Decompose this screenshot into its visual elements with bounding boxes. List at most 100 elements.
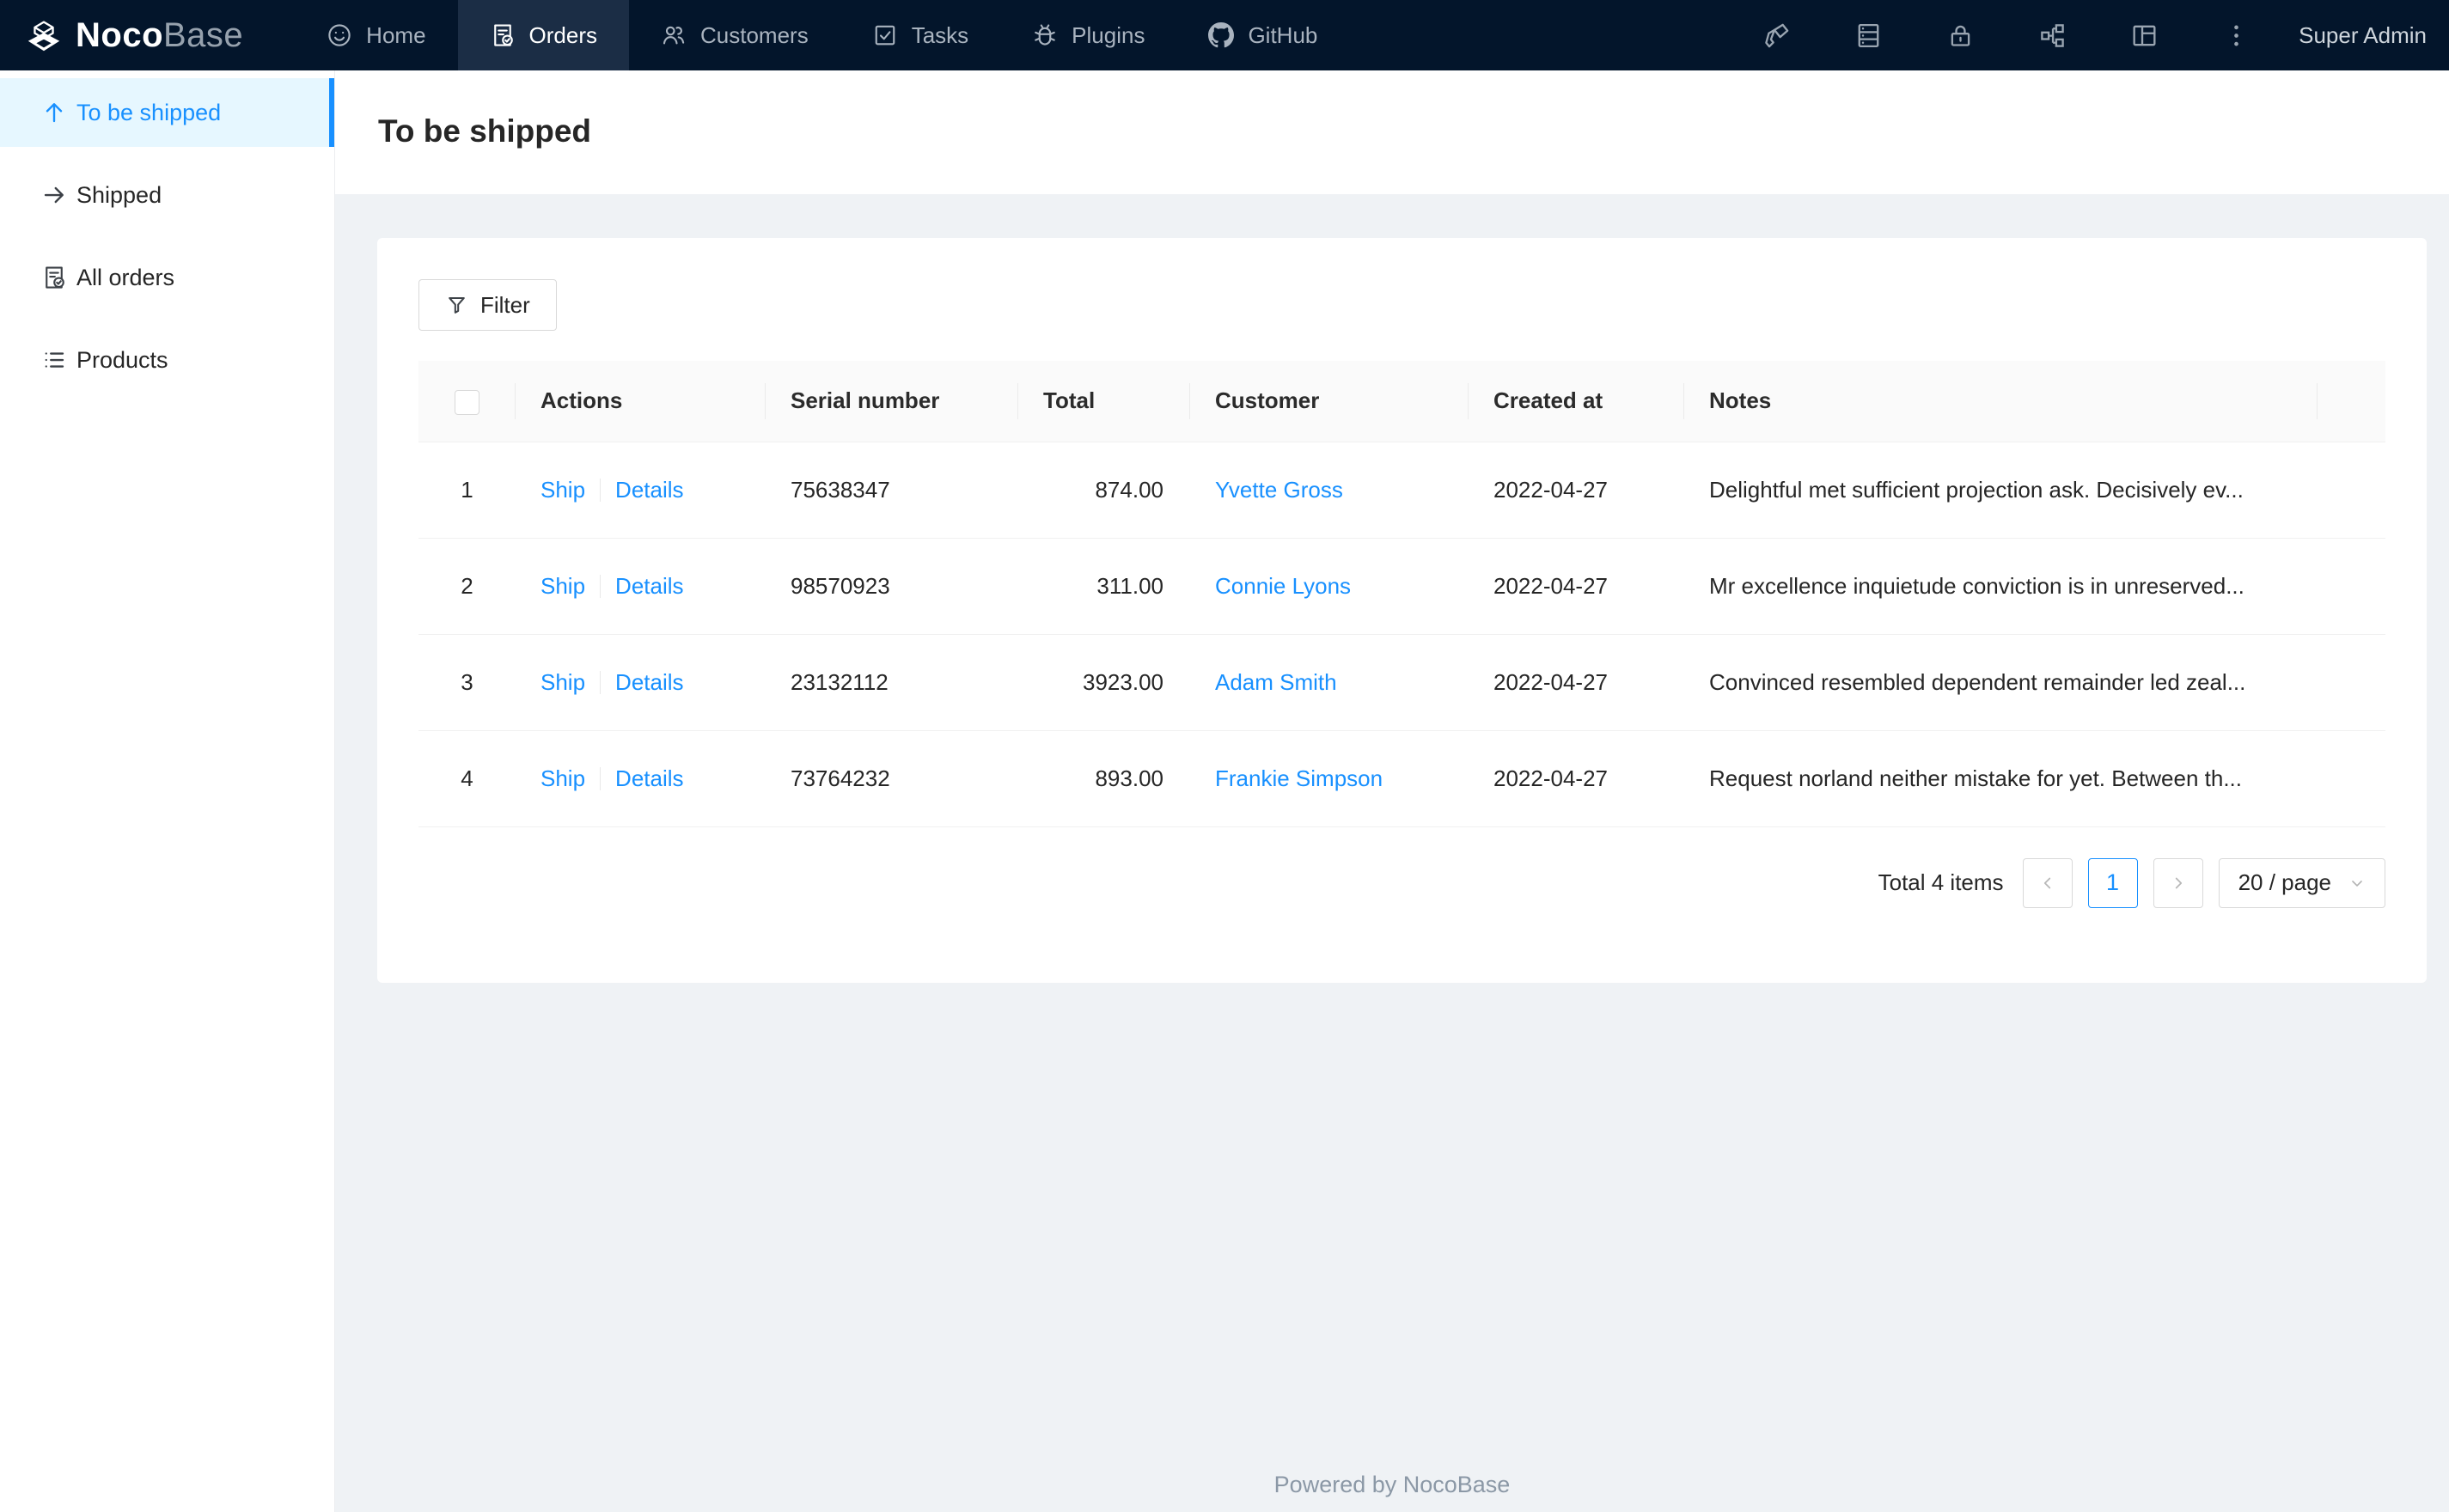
action-divider	[600, 574, 602, 598]
details-link[interactable]: Details	[615, 669, 683, 696]
chevron-left-icon	[2043, 877, 2050, 888]
pagination-total: Total 4 items	[1878, 869, 2004, 895]
header-created-at: Created at	[1469, 361, 1684, 442]
cell-serial: 75638347	[766, 442, 1018, 539]
sidebar-item-label: Shipped	[76, 181, 162, 208]
unordered-list-icon	[41, 347, 67, 373]
nav-item-orders[interactable]: Orders	[457, 0, 629, 70]
chevron-right-icon	[2175, 877, 2182, 888]
cell-created-at: 2022-04-27	[1469, 730, 1684, 827]
filter-button-label: Filter	[480, 291, 530, 318]
more-menu-icon[interactable]	[2222, 21, 2251, 50]
details-link[interactable]: Details	[615, 765, 683, 792]
cell-created-at: 2022-04-27	[1469, 634, 1684, 731]
customer-link[interactable]: Yvette Gross	[1215, 477, 1343, 503]
nav-item-label: Customers	[700, 21, 809, 48]
layout-icon[interactable]	[2130, 21, 2159, 50]
ship-link[interactable]: Ship	[540, 573, 585, 600]
partition-icon[interactable]	[2038, 21, 2067, 50]
nav-item-github[interactable]: GitHub	[1176, 0, 1349, 70]
logo-text: NocoBase	[76, 15, 244, 54]
page-header: To be shipped	[335, 70, 2449, 194]
cell-spacer	[2318, 634, 2385, 731]
action-divider	[600, 766, 602, 790]
header-actions: Actions	[516, 361, 766, 442]
bug-icon	[1032, 22, 1058, 48]
file-done-icon	[490, 22, 516, 48]
sidebar-item-shipped[interactable]: Shipped	[0, 161, 334, 229]
cell-spacer	[2318, 538, 2385, 635]
sidebar-item-products[interactable]: Products	[0, 326, 334, 394]
cell-serial: 98570923	[766, 538, 1018, 635]
current-user[interactable]: Super Admin	[2299, 22, 2427, 49]
row-index: 3	[418, 634, 516, 731]
sidebar-item-label: All orders	[76, 264, 175, 290]
cell-spacer	[2318, 442, 2385, 539]
top-nav: NocoBase Home Orders Customers Tasks Plu…	[0, 0, 2449, 70]
cell-notes: Request norland neither mistake for yet.…	[1684, 730, 2318, 827]
cell-notes: Mr excellence inquietude conviction is i…	[1684, 538, 2318, 635]
sidebar-item-label: To be shipped	[76, 99, 222, 125]
nocobase-logo[interactable]: NocoBase	[0, 15, 243, 55]
pagination-page-1[interactable]: 1	[2087, 857, 2138, 908]
details-link[interactable]: Details	[615, 477, 683, 503]
header-notes: Notes	[1684, 361, 2318, 442]
action-divider	[600, 670, 602, 694]
select-all-checkbox[interactable]	[455, 389, 479, 415]
smile-icon	[327, 22, 352, 48]
nav-right-tools: Super Admin	[1762, 21, 2449, 50]
ship-link[interactable]: Ship	[540, 477, 585, 503]
customer-link[interactable]: Connie Lyons	[1215, 573, 1351, 599]
ship-link[interactable]: Ship	[540, 765, 585, 792]
ship-link[interactable]: Ship	[540, 669, 585, 696]
nav-item-label: Orders	[528, 21, 597, 48]
sidebar-item-all-orders[interactable]: All orders	[0, 243, 334, 312]
main-menu: Home Orders Customers Tasks Plugins GitH…	[295, 0, 1349, 70]
filter-funnel-icon	[449, 296, 465, 314]
orders-table: Actions Serial number Total Customer Cre…	[418, 361, 2385, 827]
customer-link[interactable]: Adam Smith	[1215, 669, 1337, 695]
page-size-value: 20 / page	[2238, 869, 2331, 895]
table-row: 2 Ship Details 98570923 311.00 Connie Lyo…	[418, 538, 2385, 635]
content-area: Filter Actions Serial number Total Custo…	[335, 194, 2449, 1512]
sidebar-item-to-be-shipped[interactable]: To be shipped	[0, 78, 334, 147]
page-size-select[interactable]: 20 / page	[2218, 857, 2385, 908]
team-icon	[661, 22, 687, 48]
sidebar: To be shipped Shipped All orders Product…	[0, 70, 335, 1512]
cell-total: 874.00	[1018, 442, 1190, 539]
nav-item-plugins[interactable]: Plugins	[1000, 0, 1176, 70]
pagination-next-button[interactable]	[2153, 857, 2203, 908]
row-index: 2	[418, 538, 516, 635]
table-header-row: Actions Serial number Total Customer Cre…	[418, 361, 2385, 442]
customer-link[interactable]: Frankie Simpson	[1215, 765, 1383, 791]
database-icon[interactable]	[1854, 21, 1883, 50]
sidebar-item-label: Products	[76, 346, 168, 373]
filter-button[interactable]: Filter	[418, 279, 557, 331]
highlight-pen-icon[interactable]	[1762, 21, 1791, 50]
header-select-all	[418, 361, 516, 442]
nocobase-logo-icon	[24, 15, 64, 55]
arrow-up-icon	[41, 100, 67, 125]
lock-icon[interactable]	[1946, 21, 1975, 50]
header-spacer	[2318, 361, 2385, 442]
nav-item-tasks[interactable]: Tasks	[840, 0, 1000, 70]
nav-item-customers[interactable]: Customers	[629, 0, 840, 70]
pagination: Total 4 items 1 20 / page	[418, 857, 2385, 908]
cell-notes: Delightful met sufficient projection ask…	[1684, 442, 2318, 539]
page-title: To be shipped	[378, 113, 592, 149]
action-divider	[600, 478, 602, 502]
powered-by-footer: Powered by NocoBase	[1273, 1472, 1511, 1497]
table-row: 3 Ship Details 23132112 3923.00 Adam Smit…	[418, 634, 2385, 731]
row-index: 4	[418, 730, 516, 827]
cell-total: 3923.00	[1018, 634, 1190, 731]
pagination-prev-button[interactable]	[2022, 857, 2073, 908]
details-link[interactable]: Details	[615, 573, 683, 600]
cell-created-at: 2022-04-27	[1469, 538, 1684, 635]
cell-serial: 73764232	[766, 730, 1018, 827]
arrow-right-icon	[41, 182, 67, 208]
file-done-icon	[41, 265, 67, 290]
orders-card: Filter Actions Serial number Total Custo…	[377, 238, 2427, 983]
cell-spacer	[2318, 730, 2385, 827]
nav-item-home[interactable]: Home	[295, 0, 457, 70]
header-customer: Customer	[1190, 361, 1469, 442]
